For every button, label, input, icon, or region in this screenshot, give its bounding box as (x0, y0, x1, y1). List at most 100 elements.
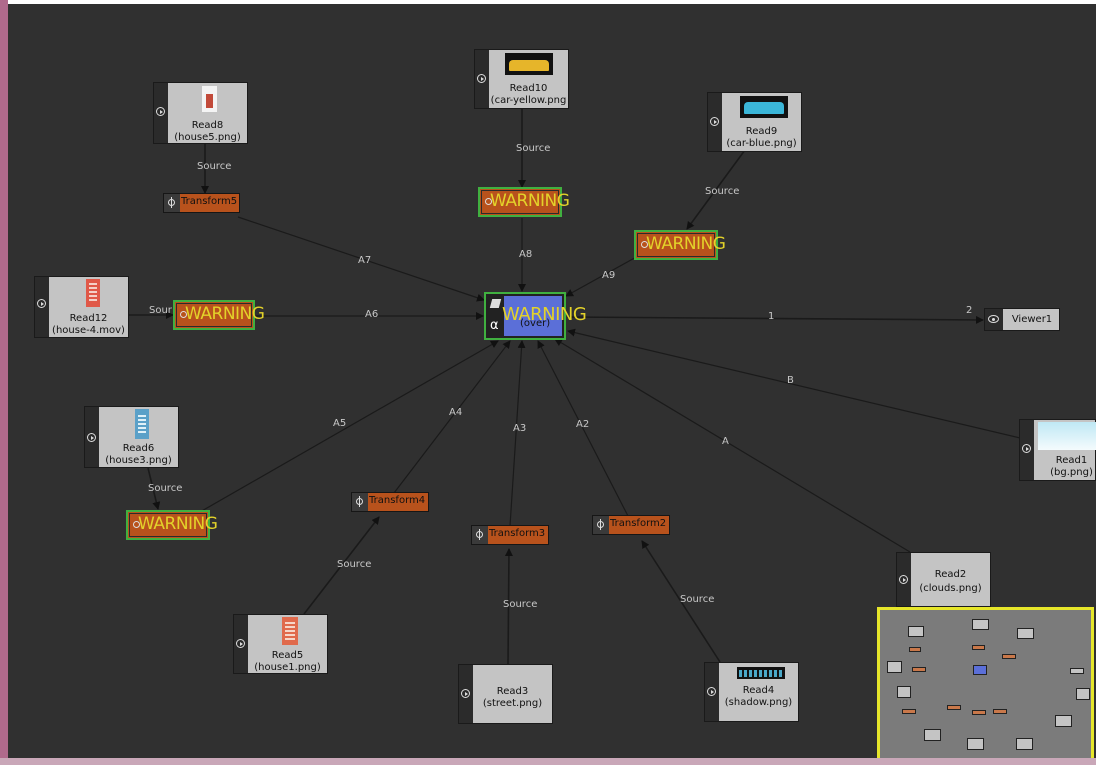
minimap-node (947, 705, 961, 710)
window-frame-bottom (0, 758, 1096, 765)
minimap-node (1002, 654, 1016, 659)
read9-node[interactable]: Read9 (car-blue.png) (707, 92, 802, 152)
minimap-node (909, 647, 921, 652)
node-strip (985, 309, 1003, 330)
minimap-node (887, 661, 902, 673)
thumbnail-shadow (737, 667, 785, 679)
node-strip (475, 50, 489, 108)
play-icon[interactable] (710, 117, 719, 126)
warning-node-top[interactable]: WARNING (478, 187, 570, 217)
edge-label-b: B (787, 375, 794, 386)
edge-label-source: Source (197, 161, 232, 172)
transform-icon (164, 194, 180, 212)
play-icon[interactable] (1022, 444, 1031, 453)
read4-node[interactable]: Read4 (shadow.png) (704, 662, 799, 722)
read5-node[interactable]: Read5 (house1.png) (233, 614, 328, 674)
transform-icon (472, 526, 488, 544)
node-name: Viewer1 (1011, 314, 1053, 325)
edge-label-a3: A3 (513, 423, 527, 434)
minimap-node (972, 710, 986, 715)
thumbnail-detail (744, 102, 784, 114)
read1-node[interactable]: Read1 (bg.png) (1019, 419, 1096, 481)
node-name: Read5 (271, 650, 304, 661)
thumbnail-detail (138, 415, 146, 435)
node-name: Read3 (496, 686, 529, 697)
minimap-node (902, 709, 916, 714)
edge-label-a: A (722, 436, 729, 447)
minimap-node (967, 738, 984, 750)
transform5-node[interactable]: Transform5 (163, 193, 240, 213)
node-strip (708, 93, 722, 151)
node-name: Transform4 (369, 495, 426, 506)
minimap-merge-node (973, 665, 987, 675)
minimap-node (972, 645, 985, 650)
minimap-node (972, 619, 989, 630)
node-strip (897, 553, 911, 606)
minimap-node (1017, 628, 1034, 639)
thumbnail-detail (206, 94, 213, 108)
play-icon[interactable] (461, 689, 470, 698)
play-icon[interactable] (477, 74, 486, 83)
node-file: (shadow.png) (724, 697, 793, 708)
graph-minimap[interactable] (877, 607, 1094, 761)
transform4-node[interactable]: Transform4 (351, 492, 429, 512)
node-strip (154, 83, 168, 143)
node-name: Read10 (509, 83, 548, 94)
node-strip (234, 615, 248, 673)
thumbnail-car-blue (740, 96, 788, 118)
warning-label: WARNING (138, 514, 218, 534)
thumbnail-bg (1038, 422, 1096, 450)
edge-label-a2: A2 (576, 419, 590, 430)
transform3-node[interactable]: Transform3 (471, 525, 549, 545)
read3-node[interactable]: Read3 (street.png) (458, 664, 553, 724)
read12-node[interactable]: Read12 (house-4.mov) (34, 276, 129, 338)
minimap-node (908, 626, 924, 637)
edge-label-source: Source (516, 143, 551, 154)
node-file: (clouds.png) (919, 583, 982, 594)
read6-node[interactable]: Read6 (house3.png) (84, 406, 179, 468)
edge-label-source: Sour (149, 305, 172, 316)
warning-label: WARNING (490, 191, 570, 211)
node-name: Read9 (745, 126, 778, 137)
warning-label: WARNING (185, 304, 265, 324)
play-icon[interactable] (37, 299, 46, 308)
play-icon[interactable] (707, 687, 716, 696)
node-strip (1020, 420, 1034, 480)
alpha-icon: α (490, 318, 499, 333)
read8-node[interactable]: Read8 (house5.png) (153, 82, 248, 144)
play-icon[interactable] (156, 107, 165, 116)
read2-node[interactable]: Read2 (clouds.png) (896, 552, 991, 607)
warning-node-right[interactable]: WARNING (634, 230, 726, 260)
warning-label: WARNING (646, 234, 726, 254)
viewer1-node[interactable]: Viewer1 (984, 308, 1060, 331)
eye-icon[interactable] (988, 315, 999, 323)
thumbnail-house5 (202, 86, 217, 112)
node-file: (house3.png) (105, 455, 172, 466)
warning-node-left[interactable]: WARNING (173, 300, 265, 330)
merge-icon (489, 299, 502, 308)
thumbnail-detail (285, 622, 295, 642)
transform2-node[interactable]: Transform2 (592, 515, 670, 535)
edge-label-a9: A9 (602, 270, 616, 281)
play-icon[interactable] (87, 433, 96, 442)
warning-label: WARNING (502, 304, 587, 325)
edge-label-a7: A7 (358, 255, 372, 266)
merge1-node[interactable]: α (over) WARNING (484, 292, 587, 340)
read10-node[interactable]: Read10 (car-yellow.png (474, 49, 569, 109)
edge-label-1: 1 (768, 311, 775, 322)
edge-label-2: 2 (966, 305, 973, 316)
warning-node-bottomleft[interactable]: WARNING (126, 510, 218, 540)
node-name: Read8 (191, 120, 224, 131)
transform-icon (352, 493, 368, 511)
node-strip (35, 277, 49, 337)
node-file: (bg.png) (1050, 467, 1093, 478)
node-graph-canvas[interactable]: Source Source Source Sour Source Source … (0, 0, 1096, 765)
play-icon[interactable] (899, 575, 908, 584)
minimap-node (1070, 668, 1084, 674)
thumbnail-car-yellow (505, 53, 553, 75)
node-strip (85, 407, 99, 467)
edge-label-source: Source (148, 483, 183, 494)
edge-label-source: Source (680, 594, 715, 605)
play-icon[interactable] (236, 639, 245, 648)
node-file: (house-4.mov) (52, 325, 125, 336)
